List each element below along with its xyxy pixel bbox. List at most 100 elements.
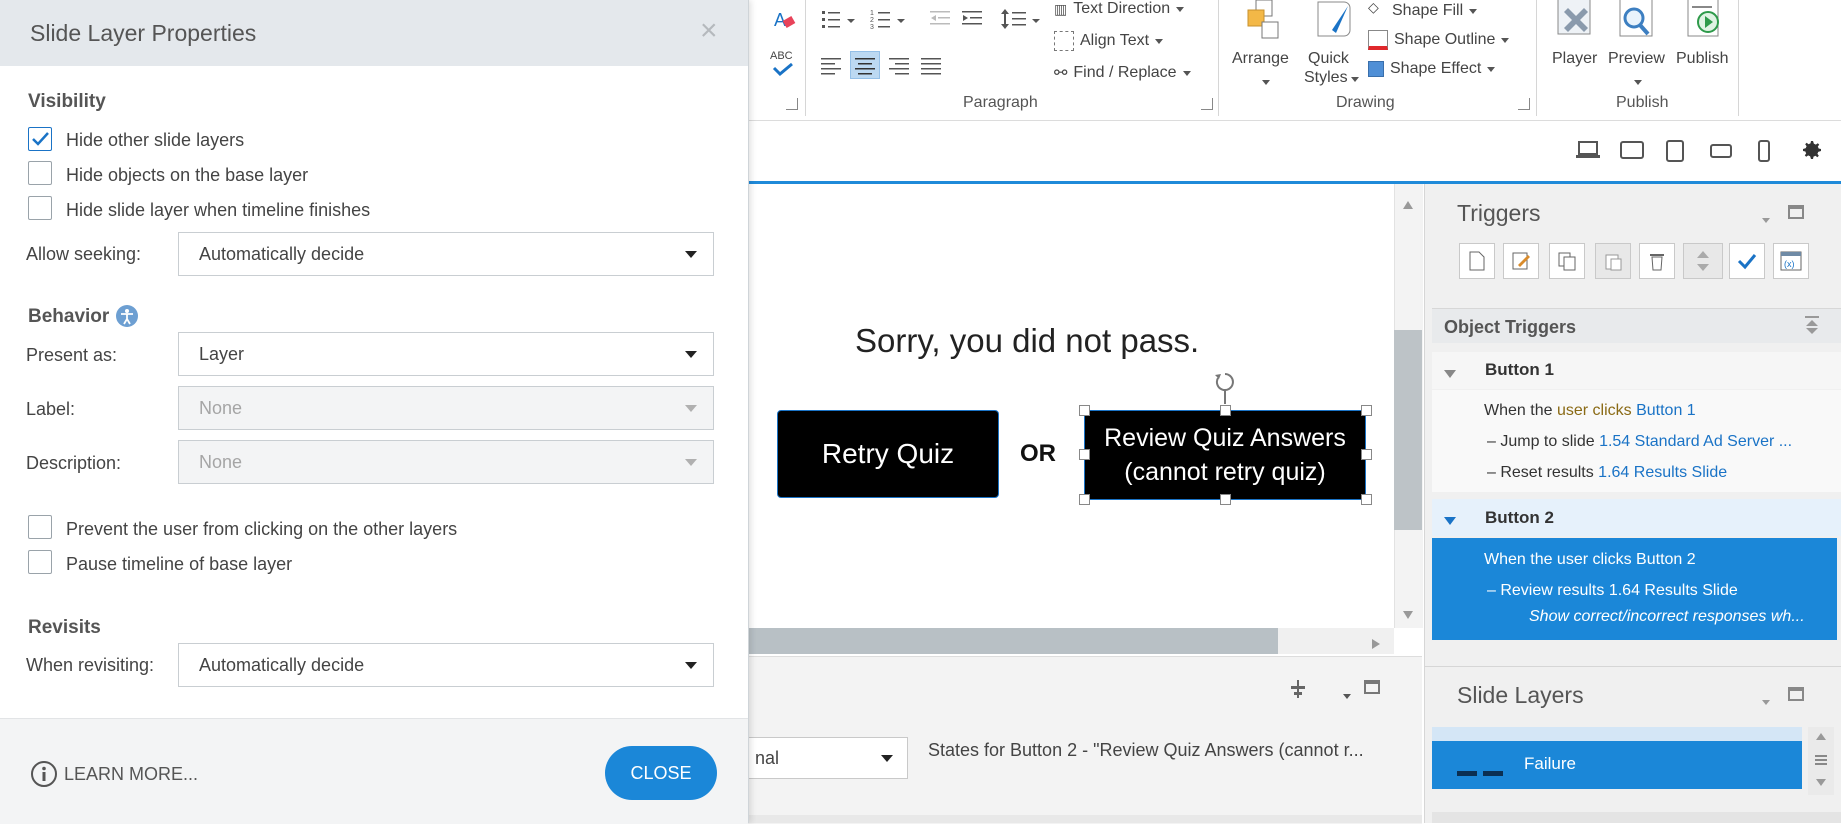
review-quiz-button[interactable]: Review Quiz Answers (cannot retry quiz) [1084,410,1366,500]
align-right-icon[interactable] [886,54,912,76]
hide-base-objects-checkbox[interactable] [28,161,52,185]
ribbon-separator [1738,0,1739,116]
triggers-title: Triggers [1457,200,1541,226]
hide-when-finishes-checkbox[interactable] [28,196,52,220]
panel-menu-chevron-icon[interactable] [1343,686,1351,704]
decrease-indent-icon[interactable] [928,8,954,30]
resize-handle[interactable] [1361,494,1372,505]
copy-trigger-icon[interactable] [1549,243,1585,279]
shape-outline-button[interactable]: Shape Outline [1368,30,1510,50]
hide-other-layers-checkbox[interactable] [28,127,52,151]
chevron-down-icon [1176,6,1185,12]
justify-icon[interactable] [918,54,944,76]
resize-handle[interactable] [1361,405,1372,416]
align-text-button[interactable]: Align Text [1054,31,1164,51]
when-revisiting-select[interactable]: Automatically decide [178,643,714,687]
text-direction-label: Text Direction [1073,0,1171,17]
gear-icon[interactable] [1800,138,1824,167]
trigger-review-line: – Review results 1.64 Results Slide [1487,582,1738,600]
pin-icon[interactable] [1288,678,1308,705]
numbering-icon[interactable]: 123 [870,6,910,32]
scroll-right-icon[interactable] [1372,636,1380,654]
chevron-down-icon [1634,80,1642,85]
checkmark-icon[interactable] [1729,243,1765,279]
line-spacing-icon[interactable] [1000,6,1044,32]
player-label: Player [1552,50,1598,67]
ribbon-separator [1218,0,1219,116]
prevent-clicking-checkbox[interactable] [28,515,52,539]
rotate-handle-icon[interactable] [1212,370,1238,409]
text-highlight-icon[interactable]: A [772,8,796,32]
increase-indent-icon[interactable] [960,8,986,30]
shape-effect-icon [1368,61,1384,77]
review-quiz-line2: (cannot retry quiz) [1124,458,1326,486]
present-as-select[interactable]: Layer [178,332,714,376]
expand-arrow-icon[interactable] [1444,365,1456,383]
resize-handle[interactable] [1361,449,1372,460]
find-replace-button[interactable]: ⚯ Find / Replace [1054,63,1191,83]
align-left-icon[interactable] [818,54,844,76]
drawing-dialog-launcher-icon[interactable] [1518,98,1530,110]
chevron-down-icon[interactable] [1762,692,1770,710]
behavior-section-title: Behavior [28,306,110,327]
trigger-when-line[interactable]: When the user clicks Button 1 [1484,402,1696,420]
layers-scrollbar[interactable] [1808,727,1834,795]
player-button[interactable]: Player [1548,0,1600,80]
bullets-icon[interactable] [820,6,860,32]
quick-styles-button[interactable]: Quick Styles [1304,0,1364,92]
paste-trigger-icon[interactable] [1595,243,1631,279]
align-center-icon[interactable] [850,51,880,79]
phone-portrait-icon[interactable] [1758,140,1770,167]
shape-fill-button[interactable]: ◇ Shape Fill [1368,0,1478,22]
trigger-jump-line[interactable]: – Jump to slide 1.54 Standard Ad Server … [1487,433,1792,451]
learn-more-link[interactable]: LEARN MORE... [30,760,198,788]
resize-handle[interactable] [1220,494,1231,505]
scroll-down-icon[interactable] [1403,606,1413,624]
canvas-horizontal-scroll-thumb[interactable] [748,628,1278,654]
accessibility-icon[interactable] [116,305,138,327]
font-dialog-launcher-icon[interactable] [786,98,798,110]
state-select[interactable]: nal [748,737,908,779]
restore-window-icon[interactable] [1364,680,1380,694]
slide-layer-row-hidden[interactable] [1432,727,1802,741]
pause-timeline-checkbox[interactable] [28,550,52,574]
shape-effect-button[interactable]: Shape Effect [1368,60,1496,78]
arrange-button[interactable]: Arrange [1230,0,1300,92]
resize-handle[interactable] [1079,494,1090,505]
tablet-portrait-icon[interactable] [1666,140,1684,167]
paragraph-dialog-launcher-icon[interactable] [1201,98,1213,110]
restore-window-icon[interactable] [1788,205,1804,219]
move-trigger-icon[interactable] [1683,243,1723,279]
panel-divider [1424,666,1841,667]
chevron-down-icon[interactable] [1762,210,1770,228]
trigger-reset-line[interactable]: – Reset results 1.64 Results Slide [1487,464,1727,482]
close-icon[interactable]: × [700,14,718,48]
layer-visibility-icon[interactable] [1457,763,1505,776]
trigger-group-name: Button 2 [1485,508,1554,527]
new-trigger-icon[interactable] [1459,243,1495,279]
close-button[interactable]: CLOSE [605,746,717,800]
prevent-clicking-label: Prevent the user from clicking on the ot… [66,519,458,539]
allow-seeking-label: Allow seeking: [26,244,142,264]
allow-seeking-select[interactable]: Automatically decide [178,232,714,276]
slide-canvas[interactable] [748,184,1394,628]
chevron-down-icon [1501,37,1510,43]
canvas-vertical-scroll-thumb[interactable] [1394,330,1422,530]
retry-quiz-button[interactable]: Retry Quiz [777,410,999,498]
restore-window-icon[interactable] [1788,687,1804,701]
phone-landscape-icon[interactable] [1710,144,1732,163]
scroll-up-icon[interactable] [1403,196,1413,214]
spell-check-icon[interactable]: ABC [770,50,798,80]
resize-handle[interactable] [1079,405,1090,416]
expand-arrow-icon[interactable] [1444,512,1456,530]
tablet-landscape-icon[interactable] [1620,140,1644,165]
desktop-icon[interactable] [1576,140,1600,165]
trash-icon[interactable] [1639,243,1675,279]
resize-handle[interactable] [1079,449,1090,460]
publish-button[interactable]: Publish [1672,0,1734,80]
collapse-all-icon[interactable] [1804,316,1820,341]
variables-icon[interactable]: (x) [1773,243,1809,279]
text-direction-button[interactable]: ▥ Text Direction [1054,0,1185,18]
edit-trigger-icon[interactable] [1503,243,1539,279]
preview-button[interactable]: Preview [1606,0,1668,92]
